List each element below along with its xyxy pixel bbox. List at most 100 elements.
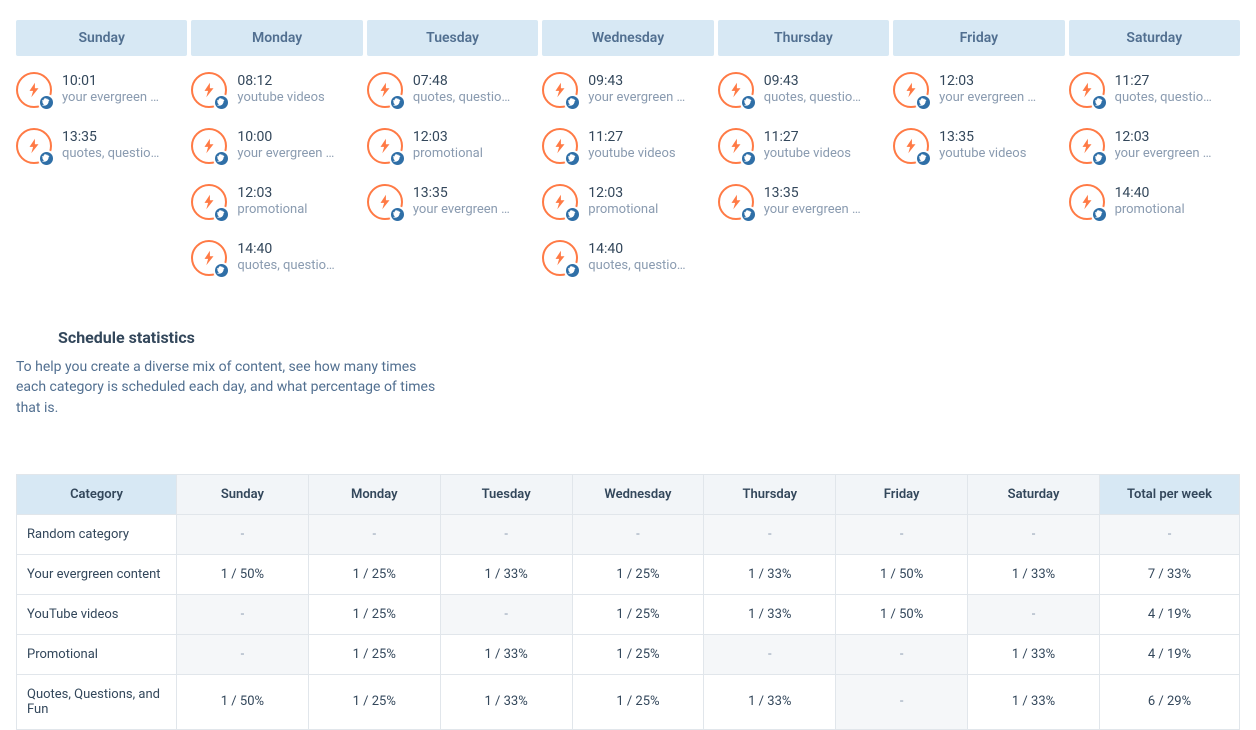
slot-category: your evergreen … [237, 146, 362, 163]
day-column-wednesday: 09:43your evergreen … 11:27youtube videos… [542, 60, 713, 296]
slot-icon-wrap [718, 128, 754, 164]
stats-header-cell: Thursday [704, 474, 836, 514]
stats-cell: 1 / 33% [968, 674, 1100, 729]
slot-text: 13:35your evergreen … [764, 184, 889, 219]
slot-text: 09:43quotes, questio… [764, 72, 889, 107]
twitter-badge-icon [213, 206, 230, 223]
day-header-sunday: Sunday [16, 20, 187, 56]
schedule-slot[interactable]: 14:40promotional [1069, 184, 1240, 220]
day-column-tuesday: 07:48quotes, questio… 12:03promotional 13:… [367, 60, 538, 296]
slot-category: youtube videos [588, 146, 713, 163]
schedule-slot[interactable]: 13:35youtube videos [893, 128, 1064, 164]
day-header-saturday: Saturday [1069, 20, 1240, 56]
twitter-badge-icon [564, 206, 581, 223]
stats-cell: - [572, 514, 704, 554]
slot-time: 10:01 [62, 72, 187, 90]
schedule-slot[interactable]: 14:40quotes, questio… [542, 240, 713, 276]
schedule-slot[interactable]: 12:03promotional [367, 128, 538, 164]
twitter-badge-icon [1091, 206, 1108, 223]
schedule-slot[interactable]: 10:00your evergreen … [191, 128, 362, 164]
twitter-badge-icon [1091, 150, 1108, 167]
day-header-thursday: Thursday [718, 20, 889, 56]
slot-text: 14:40quotes, questio… [588, 240, 713, 275]
category-name-cell: YouTube videos [17, 594, 177, 634]
stats-cell: - [308, 514, 440, 554]
slot-icon-wrap [1069, 184, 1105, 220]
stats-cell: 1 / 25% [308, 674, 440, 729]
slot-category: youtube videos [237, 90, 362, 107]
slot-icon-wrap [367, 128, 403, 164]
schedule-slot[interactable]: 13:35quotes, questio… [16, 128, 187, 164]
schedule-slot[interactable]: 12:03your evergreen … [1069, 128, 1240, 164]
schedule-slot[interactable]: 08:12youtube videos [191, 72, 362, 108]
slot-icon-wrap [191, 128, 227, 164]
day-column-monday: 08:12youtube videos 10:00your evergreen …… [191, 60, 362, 296]
schedule-slot[interactable]: 11:27quotes, questio… [1069, 72, 1240, 108]
slot-time: 13:35 [413, 184, 538, 202]
slot-category: your evergreen … [588, 90, 713, 107]
slot-icon-wrap [16, 72, 52, 108]
slot-category: quotes, questio… [62, 146, 187, 163]
schedule-slot[interactable]: 11:27youtube videos [542, 128, 713, 164]
schedule-slot[interactable]: 12:03promotional [191, 184, 362, 220]
schedule-slot[interactable]: 13:35your evergreen … [718, 184, 889, 220]
stats-cell: 1 / 33% [440, 634, 572, 674]
schedule-statistics-section: Schedule statistics To help you create a… [0, 296, 1256, 730]
slot-text: 14:40quotes, questio… [237, 240, 362, 275]
twitter-badge-icon [389, 150, 406, 167]
schedule-slot[interactable]: 11:27youtube videos [718, 128, 889, 164]
slot-text: 11:27youtube videos [588, 128, 713, 163]
stats-cell: 1 / 25% [572, 554, 704, 594]
twitter-badge-icon [740, 94, 757, 111]
day-header-wednesday: Wednesday [542, 20, 713, 56]
slot-time: 12:03 [1115, 128, 1240, 146]
slot-time: 11:27 [588, 128, 713, 146]
stats-cell: - [704, 514, 836, 554]
twitter-badge-icon [213, 94, 230, 111]
slot-time: 09:43 [588, 72, 713, 90]
stats-cell: 1 / 50% [177, 554, 309, 594]
schedule-slot[interactable]: 12:03your evergreen … [893, 72, 1064, 108]
stats-cell: 1 / 33% [704, 594, 836, 634]
schedule-slot[interactable]: 10:01your evergreen … [16, 72, 187, 108]
slot-text: 12:03your evergreen … [1115, 128, 1240, 163]
slot-category: quotes, questio… [588, 258, 713, 275]
stats-total-cell: - [1100, 514, 1240, 554]
stats-total-cell: 6 / 29% [1100, 674, 1240, 729]
slot-category: your evergreen … [764, 202, 889, 219]
stats-cell: - [177, 514, 309, 554]
twitter-badge-icon [915, 94, 932, 111]
stats-cell: 1 / 25% [308, 594, 440, 634]
stats-cell: 1 / 50% [836, 594, 968, 634]
stats-cell: 1 / 33% [704, 554, 836, 594]
stats-cell: - [968, 514, 1100, 554]
slot-category: quotes, questio… [1115, 90, 1240, 107]
slot-time: 09:43 [764, 72, 889, 90]
twitter-badge-icon [213, 150, 230, 167]
schedule-slot[interactable]: 12:03promotional [542, 184, 713, 220]
stats-header-cell: Friday [836, 474, 968, 514]
stats-cell: 1 / 33% [440, 554, 572, 594]
twitter-badge-icon [740, 206, 757, 223]
schedule-slot[interactable]: 09:43your evergreen … [542, 72, 713, 108]
slot-category: youtube videos [764, 146, 889, 163]
schedule-slot[interactable]: 13:35your evergreen … [367, 184, 538, 220]
stats-cell: - [836, 514, 968, 554]
slot-text: 10:00your evergreen … [237, 128, 362, 163]
stats-cell: - [177, 634, 309, 674]
slot-category: your evergreen … [1115, 146, 1240, 163]
schedule-slot[interactable]: 14:40quotes, questio… [191, 240, 362, 276]
slot-icon-wrap [542, 240, 578, 276]
slot-category: quotes, questio… [237, 258, 362, 275]
day-column-sunday: 10:01your evergreen … 13:35quotes, questi… [16, 60, 187, 296]
slot-category: quotes, questio… [413, 90, 538, 107]
schedule-slot[interactable]: 09:43quotes, questio… [718, 72, 889, 108]
stats-header-cell: Total per week [1100, 474, 1240, 514]
stats-header-cell: Tuesday [440, 474, 572, 514]
stats-cell: 1 / 25% [308, 554, 440, 594]
schedule-slot[interactable]: 07:48quotes, questio… [367, 72, 538, 108]
table-row: YouTube videos-1 / 25%-1 / 25%1 / 33%1 /… [17, 594, 1240, 634]
slot-icon-wrap [893, 128, 929, 164]
twitter-badge-icon [38, 94, 55, 111]
stats-cell: 1 / 50% [836, 554, 968, 594]
